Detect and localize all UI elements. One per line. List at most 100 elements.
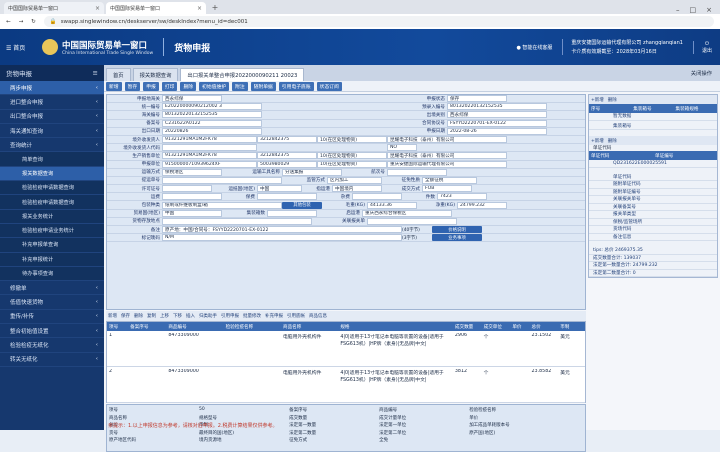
consignee-code-field[interactable]: 91321291MA1M2FK78 bbox=[162, 136, 257, 144]
browser-tab[interactable]: 中国国际贸易单一窗口 × bbox=[106, 2, 206, 14]
declare-place-field[interactable]: 西永综保 bbox=[162, 95, 222, 103]
sidebar-item[interactable]: 海关通知查询 ‹ bbox=[0, 124, 104, 139]
remarks-field[interactable]: 原产地：中国/合同号：FSYYD2220701-EX-0122 bbox=[162, 226, 402, 234]
new-tab-icon[interactable]: + bbox=[208, 2, 222, 14]
close-icon[interactable]: × bbox=[197, 5, 202, 12]
table-row[interactable]: 2 8473309000 电脑用外壳机构件 4|0|适用于13寸笔记本电脑等装置的设备… bbox=[107, 367, 585, 403]
sidebar-item[interactable]: 简单查询 bbox=[0, 152, 104, 167]
home-link[interactable]: ☰ 首页 bbox=[0, 43, 42, 52]
toolbar-button[interactable]: 申报 bbox=[143, 81, 159, 91]
voyage-field[interactable] bbox=[387, 168, 447, 176]
consignee-no-field[interactable]: NO bbox=[387, 144, 417, 152]
assistant-link[interactable]: ● 智能在线客服 bbox=[516, 44, 552, 51]
pieces-field[interactable]: 7423 bbox=[437, 193, 487, 201]
grid-toolbar-button[interactable]: 引用底帐 bbox=[287, 313, 305, 319]
sidebar-item[interactable]: 补充申报统计 bbox=[0, 252, 104, 267]
grid-toolbar-button[interactable]: 上移 bbox=[160, 313, 169, 319]
tab-declaration[interactable]: 出口报关单整合申报2022000090211 20023 bbox=[180, 68, 305, 81]
premium-field[interactable] bbox=[257, 193, 317, 201]
price-button[interactable]: 价格说明 bbox=[432, 226, 482, 234]
sidebar-item[interactable]: 检验检疫申请数据查询 bbox=[0, 181, 104, 196]
producer-name-field[interactable]: 昆耀电子科技（泰州）有限公司 bbox=[387, 152, 507, 160]
back-icon[interactable]: ← bbox=[6, 19, 11, 25]
toolbar-button[interactable]: 随附单据 bbox=[250, 81, 276, 91]
sidebar-item[interactable]: 转关无纸化 ‹ bbox=[0, 353, 104, 367]
container-field[interactable] bbox=[267, 209, 317, 217]
record-no-field[interactable]: C231622A0122 bbox=[162, 119, 262, 127]
add-icon[interactable]: +新增 bbox=[591, 138, 604, 144]
exit-button[interactable]: ⏻ 退出 bbox=[692, 40, 712, 54]
close-tabs-button[interactable]: 关闭操作 bbox=[691, 69, 712, 77]
grid-toolbar-button[interactable]: 插入 bbox=[186, 313, 195, 319]
sidebar-item[interactable]: 报关数据查询 bbox=[0, 166, 104, 182]
grid-toolbar-button[interactable]: 批量修改 bbox=[243, 313, 261, 319]
sidebar-item[interactable]: 报关业务统计 bbox=[0, 209, 104, 224]
sidebar-item[interactable]: 查询统计 ‹ bbox=[0, 138, 104, 153]
grid-toolbar-button[interactable]: 下移 bbox=[173, 313, 182, 319]
forward-icon[interactable]: → bbox=[19, 19, 24, 25]
relation-field[interactable] bbox=[367, 217, 457, 225]
minimize-icon[interactable]: – bbox=[676, 6, 680, 14]
toolbar-button[interactable]: 附注 bbox=[232, 81, 248, 91]
sidebar-item[interactable]: 检验检疫申请业务统计 bbox=[0, 223, 104, 239]
collapse-icon[interactable]: ≡ bbox=[93, 69, 98, 77]
bill-field[interactable] bbox=[162, 176, 282, 184]
producer-type-field[interactable]: 10(在区处理物资) bbox=[317, 152, 387, 160]
agent-code2-field[interactable]: 5003980029 bbox=[257, 160, 317, 168]
agent-name-field[interactable]: 重庆安捷国际运输代理有限公司 bbox=[387, 160, 507, 168]
consignee-name-field[interactable]: 昆耀电子科技（泰州）有限公司 bbox=[387, 136, 507, 144]
grid-toolbar-button[interactable]: 商品信息 bbox=[309, 313, 327, 319]
deal-field[interactable]: FOB bbox=[422, 185, 472, 193]
exit-date-field[interactable]: 20220826 bbox=[162, 127, 262, 135]
toolbar-button[interactable]: 初始值维护 bbox=[199, 81, 230, 91]
grid-toolbar-button[interactable]: 归类助手 bbox=[199, 313, 217, 319]
delete-icon[interactable]: 删除 bbox=[608, 138, 617, 144]
sidebar-item[interactable]: 检验检疫申请数据查询 bbox=[0, 195, 104, 210]
agent-type-field[interactable]: 10(在区处理物资) bbox=[317, 160, 387, 168]
consignee-overseas-field[interactable] bbox=[162, 144, 257, 152]
browser-tab[interactable]: 中国国际贸易单一窗口 × bbox=[4, 2, 104, 14]
trade-field[interactable]: 区内加工 bbox=[327, 176, 382, 184]
mark-field[interactable]: N/M bbox=[162, 234, 402, 242]
producer-code-field[interactable]: 91321291MA1M2FK78 bbox=[162, 152, 257, 160]
tab-query[interactable]: 报关数据查询 bbox=[132, 68, 179, 81]
sidebar-item[interactable]: 整合初始值设置 ‹ bbox=[0, 324, 104, 339]
misc-field[interactable] bbox=[352, 193, 402, 201]
port-field[interactable]: 中国境内 bbox=[332, 185, 382, 193]
tax-field[interactable]: 全额征税 bbox=[422, 176, 477, 184]
grid-toolbar-button[interactable]: 补充申报 bbox=[265, 313, 283, 319]
sidebar-item[interactable]: 两步申报 ‹ bbox=[0, 81, 104, 96]
contract-field[interactable]: FSYYD2220701-EX-0122 bbox=[447, 119, 547, 127]
cert-value[interactable]: QD231622E000025591 bbox=[589, 160, 717, 168]
address-bar[interactable]: 🔒 swapp.singlewindow.cn/deskserver/sw/des… bbox=[43, 16, 714, 27]
toolbar-button[interactable]: 暂存 bbox=[124, 81, 141, 91]
delete-icon[interactable]: 删除 bbox=[608, 97, 617, 103]
sidebar-item[interactable]: 待办事项查询 bbox=[0, 266, 104, 282]
grid-toolbar-button[interactable]: 引用申报 bbox=[221, 313, 239, 319]
toolbar-button[interactable]: 状态订阅 bbox=[316, 81, 342, 91]
origin-field[interactable]: 重庆西永综合保税区 bbox=[362, 209, 452, 217]
toolbar-button[interactable]: 删除 bbox=[180, 81, 197, 91]
sidebar-item[interactable]: 进口整合申报 ‹ bbox=[0, 95, 104, 110]
grid-toolbar-button[interactable]: 删除 bbox=[134, 313, 143, 319]
consignee-code2-field[interactable]: 3212842375 bbox=[257, 136, 317, 144]
grid-toolbar-button[interactable]: 保存 bbox=[121, 313, 130, 319]
gross-field[interactable]: 44133.36 bbox=[367, 201, 417, 209]
close-icon[interactable]: × bbox=[95, 5, 100, 12]
producer-code2-field[interactable]: 3212842375 bbox=[257, 152, 317, 160]
dest-country-field[interactable]: 中国 bbox=[257, 185, 302, 193]
reload-icon[interactable]: ↻ bbox=[31, 19, 36, 25]
maximize-icon[interactable]: □ bbox=[690, 6, 697, 14]
table-row[interactable]: 1 8473309000 电脑用外壳机构件 4|0|适用于13寸笔记本电脑等装置的设备… bbox=[107, 331, 585, 367]
agent-code-field[interactable]: 91500000710939624XF bbox=[162, 160, 257, 168]
storage-field[interactable] bbox=[162, 217, 312, 225]
package-field[interactable]: 纸制或纤维板制盒/箱 bbox=[162, 201, 282, 209]
sidebar-item[interactable]: 出口整合申报 ‹ bbox=[0, 110, 104, 124]
sidebar-item[interactable]: 低值快速货物 ‹ bbox=[0, 295, 104, 310]
toolbar-button[interactable]: 新增 bbox=[106, 81, 122, 91]
close-window-icon[interactable]: × bbox=[706, 6, 712, 14]
grid-toolbar-button[interactable]: 新增 bbox=[108, 313, 117, 319]
toolbar-button[interactable]: 引用电子底账 bbox=[278, 81, 314, 91]
consignee-type-field[interactable]: 10(在区处理物资) bbox=[317, 136, 387, 144]
toolbar-button[interactable]: 打印 bbox=[161, 81, 178, 91]
